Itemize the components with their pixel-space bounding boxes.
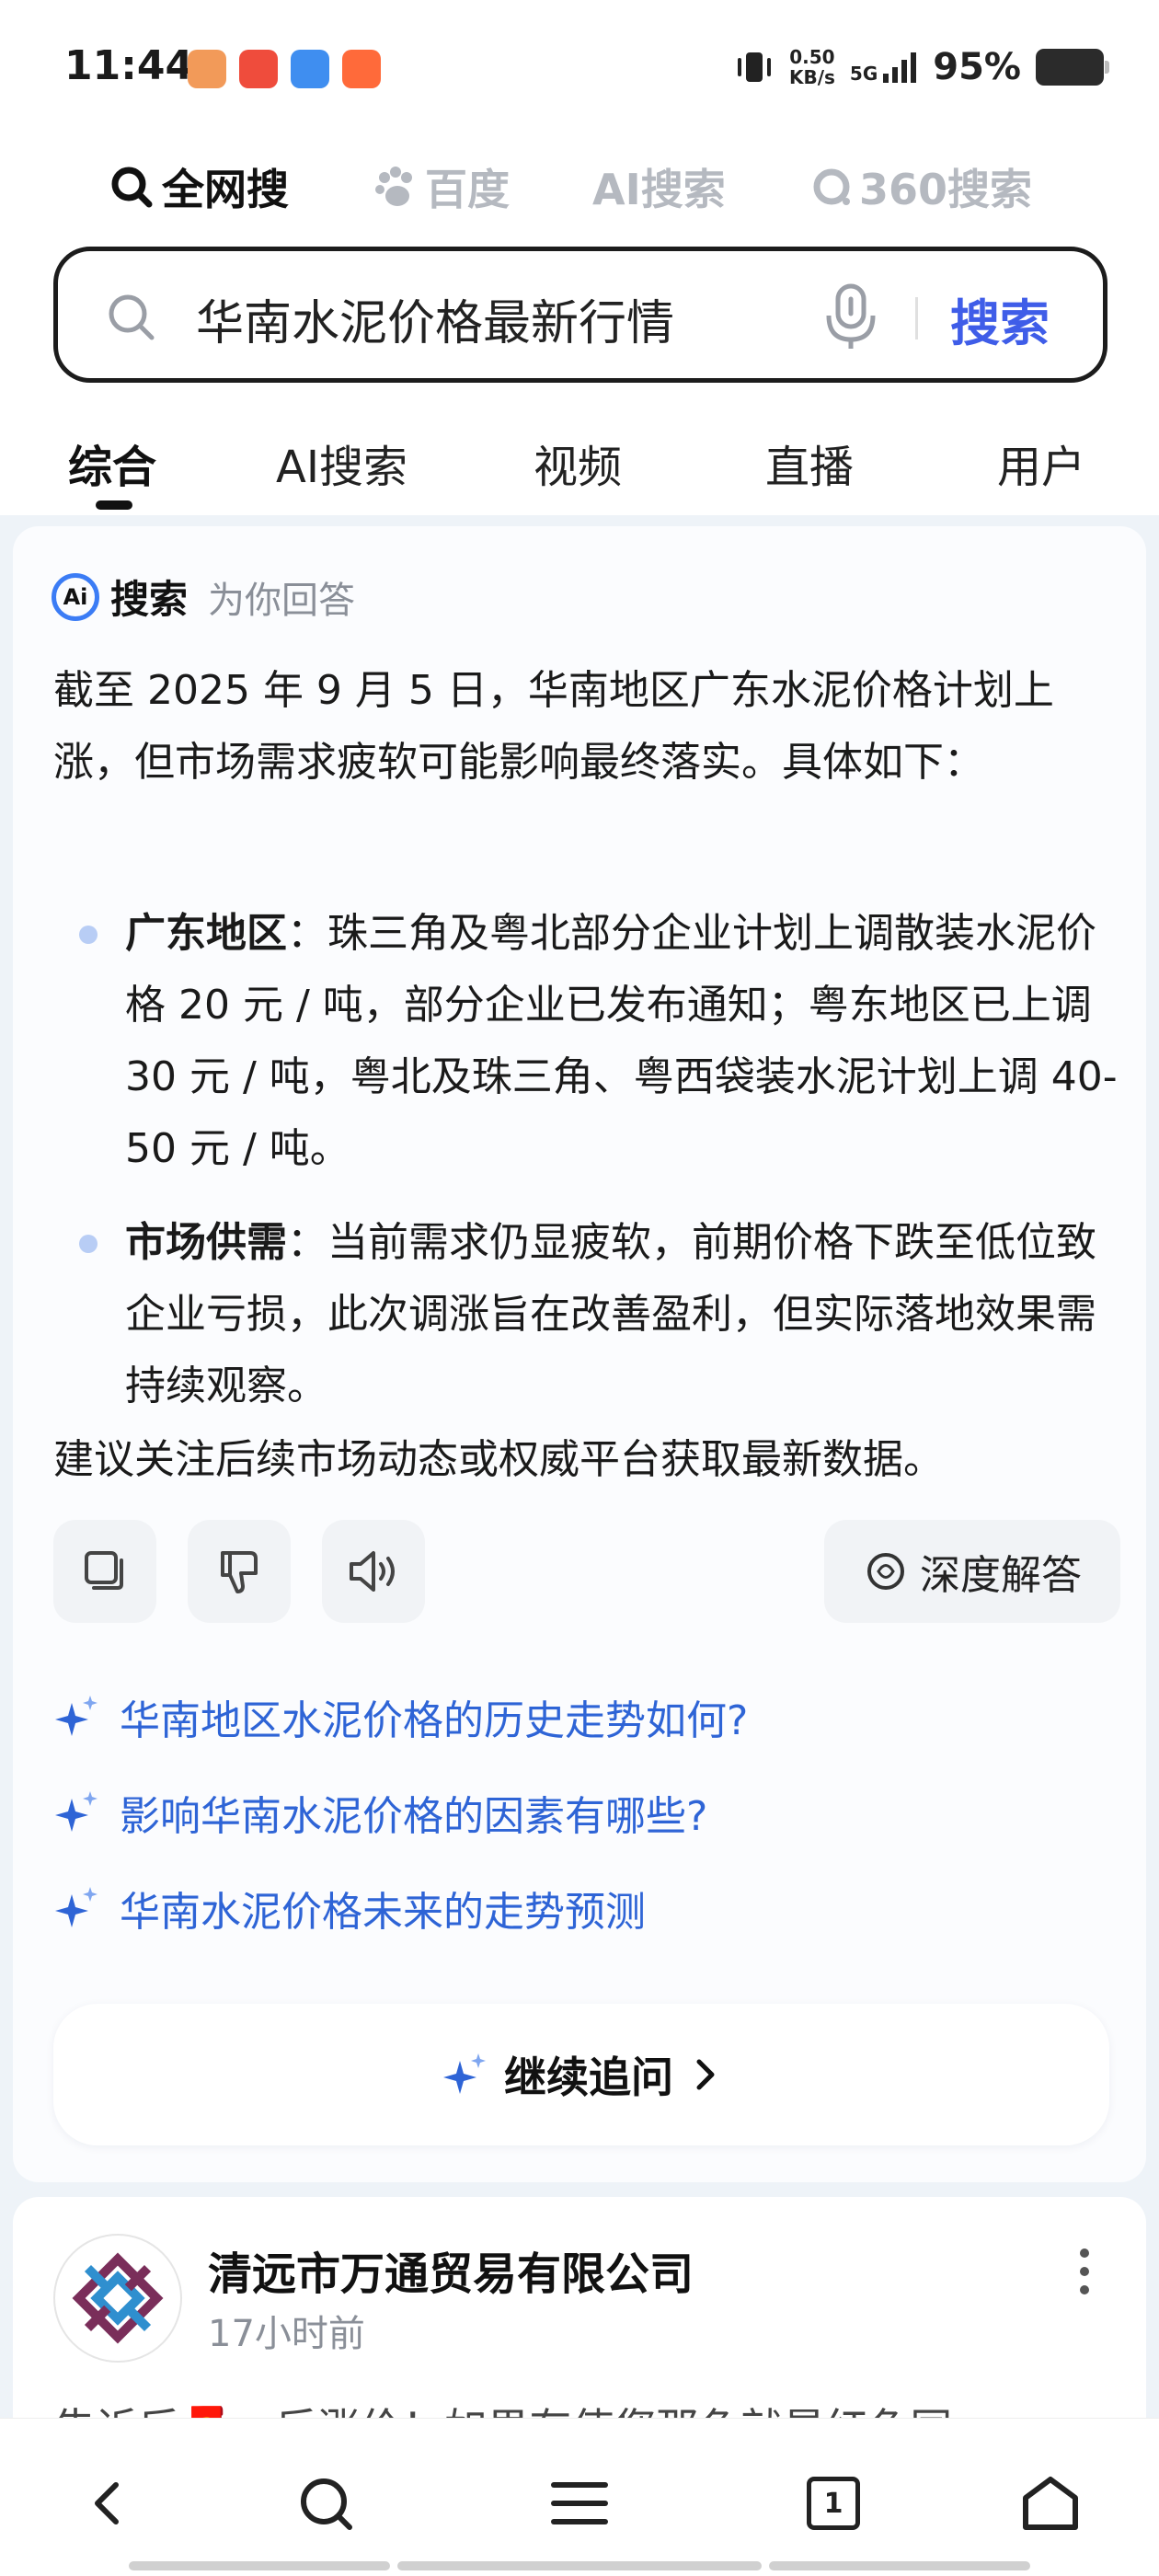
bullet-heading: 广东地区 [125,910,287,957]
tab-video[interactable]: 视频 [534,431,622,495]
engine-label: AI搜索 [592,165,726,214]
answer-actions: 深度解答 [53,1520,1120,1625]
network-type: 5G [849,63,878,85]
bullet-dot [79,1235,98,1253]
divider [915,297,918,339]
follow-up-button[interactable]: 继续追问 [53,2004,1109,2145]
bullet-heading: 市场供需 [125,1219,287,1266]
status-time: 11:44 [64,42,194,89]
engine-switcher: 全网搜 百度 AI搜索 360搜索 [0,147,1159,221]
dislike-button[interactable] [188,1520,291,1623]
menu-icon [551,2482,608,2524]
search-input[interactable]: 华南水泥价格最新行情 [196,284,674,353]
tab-comprehensive[interactable]: 综合 [68,431,156,495]
ai-answer-card: Ai 搜索 为你回答 截至 2025 年 9 月 5 日，华南地区广东水泥价格计… [13,526,1146,2182]
home-button[interactable] [1004,2457,1096,2549]
answer-bullet: 市场供需：当前需求仍显疲软，前期价格下跌至低位致企业亏损，此次调涨旨在改善盈利，… [53,1207,1120,1422]
deep-answer-label: 深度解答 [920,1552,1082,1599]
tab-ai-search[interactable]: AI搜索 [276,431,407,495]
home-icon [1023,2477,1078,2530]
bullet-dot [79,926,98,944]
tabs-button[interactable]: 1 [787,2457,879,2549]
thumbs-down-icon [221,1551,258,1593]
engine-baidu[interactable]: 百度 [373,156,510,217]
deep-answer-button[interactable]: 深度解答 [824,1520,1120,1623]
circle-icon [813,168,850,205]
back-button[interactable] [63,2457,155,2549]
engine-all-web[interactable]: 全网搜 [109,156,289,217]
microphone-icon[interactable] [821,282,880,351]
read-aloud-button[interactable] [322,1520,425,1623]
app-notification-icon [188,50,226,88]
engine-label: 百度 [425,165,510,214]
result-author[interactable]: 清远市万通贸易有限公司 [208,2237,694,2302]
engine-label: 全网搜 [162,165,289,214]
suggested-question-text: 华南地区水泥价格的历史走势如何? [120,1697,749,1744]
tab-indicator [96,500,132,510]
search-box[interactable]: 华南水泥价格最新行情 搜索 [53,247,1107,383]
gesture-bar [397,2561,762,2570]
tabs-icon: 1 [807,2477,860,2530]
avatar[interactable] [53,2234,182,2363]
suggested-question-text: 华南水泥价格未来的走势预测 [120,1889,646,1936]
suggested-question[interactable]: 影响华南水泥价格的因素有哪些? [53,1783,1120,1842]
speaker-icon [350,1551,395,1592]
tab-count: 1 [823,2487,843,2520]
ai-answer-intro: 截至 2025 年 9 月 5 日，华南地区广东水泥价格计划上涨，但市场需求疲软… [53,667,1054,786]
search-button[interactable]: 搜索 [950,282,1050,355]
engine-label: 360搜索 [859,165,1033,214]
net-speed-value: 0.50 [789,46,835,68]
tab-live[interactable]: 直播 [765,431,854,495]
ai-answer-outro: 建议关注后续市场动态或权威平台获取最新数据。 [53,1436,944,1483]
net-speed-unit: KB/s [788,66,835,88]
ai-answer-header: Ai 搜索 为你回答 [52,569,355,625]
follow-up-label: 继续追问 [504,2053,673,2102]
status-bar: 11:44 0.50 KB/s 5G 95% [0,0,1159,129]
sparkle-icon [55,1696,98,1736]
suggested-question-text: 影响华南水泥价格的因素有哪些? [120,1793,708,1840]
search-icon [109,294,155,340]
menu-button[interactable] [534,2457,625,2549]
paw-icon [375,167,412,206]
sparkle-icon [55,1791,98,1832]
sparkle-icon [55,1887,98,1927]
engine-ai-search[interactable]: AI搜索 [592,156,726,217]
more-options-icon[interactable] [1080,2248,1091,2294]
sparkle-icon [443,2053,486,2094]
company-logo-icon [72,2252,164,2344]
chevron-right-icon [696,2059,715,2090]
status-indicators: 0.50 KB/s 5G 95% [734,46,1109,88]
deep-answer-icon [867,1553,904,1590]
app-notification-icon [291,50,329,88]
gesture-bar [769,2561,1030,2570]
ai-logo-icon: Ai [52,572,99,621]
battery-percent: 95% [933,46,1021,88]
notification-icons [188,50,381,88]
search-icon [301,2478,352,2530]
bottom-nav: 1 [0,2418,1159,2576]
search-icon [111,167,153,208]
tab-users[interactable]: 用户 [997,431,1085,495]
signal-icon [883,52,917,83]
ai-answer-subtitle: 为你回答 [208,579,356,622]
result-time: 17小时前 [208,2313,365,2355]
result-tabs: 综合 AI搜索 视频 直播 用户 [0,405,1159,515]
answer-bullet: 广东地区：珠三角及粤北部分企业计划上调散装水泥价格 20 元 / 吨，部分企业已… [53,898,1120,1185]
engine-360[interactable]: 360搜索 [811,156,1032,217]
battery-icon [1036,49,1109,86]
suggested-question[interactable]: 华南水泥价格未来的走势预测 [53,1879,1120,1938]
copy-icon [85,1551,123,1590]
back-icon [95,2482,119,2524]
ai-answer-title: 搜索 [110,577,189,622]
app-notification-icon [239,50,278,88]
vibrate-icon [737,52,771,82]
net-speed: 0.50 KB/s [789,47,835,87]
search-nav-button[interactable] [280,2457,372,2549]
copy-button[interactable] [53,1520,156,1623]
suggested-question[interactable]: 华南地区水泥价格的历史走势如何? [53,1687,1120,1746]
gesture-bar [129,2561,390,2570]
app-notification-icon [342,50,381,88]
